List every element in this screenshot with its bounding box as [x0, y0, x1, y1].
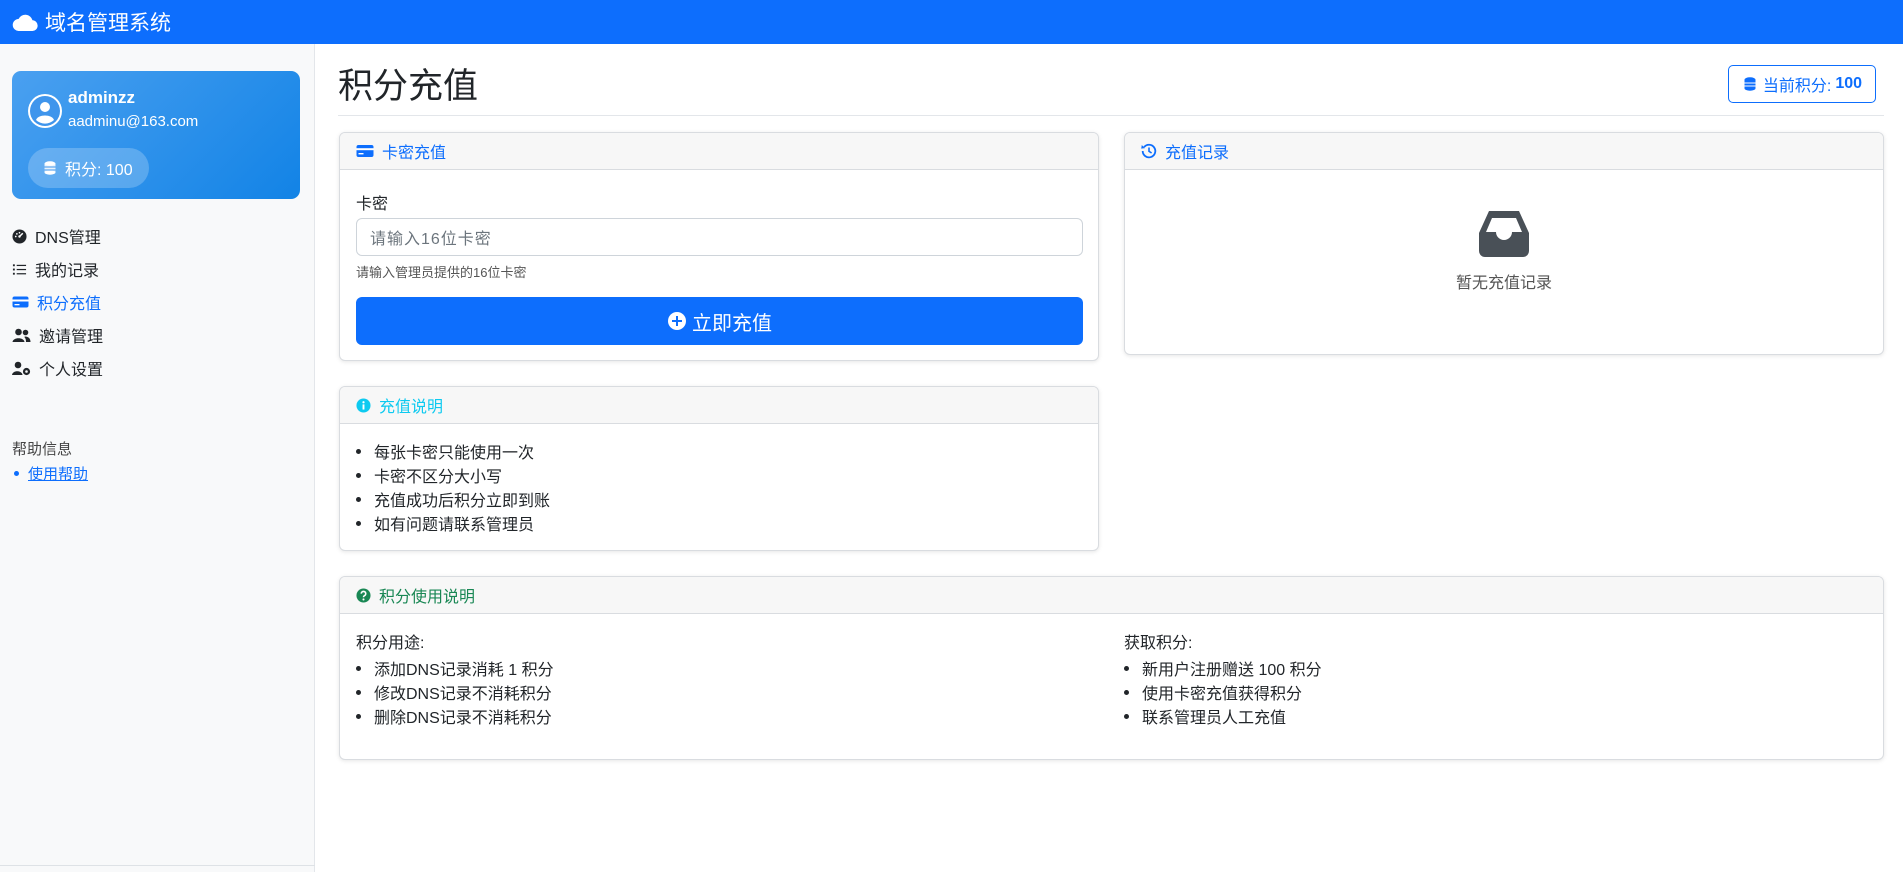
card-code-input[interactable]: 请输入16位卡密	[356, 218, 1083, 256]
list-item: 新用户注册赠送 100 积分	[1108, 656, 1322, 680]
records-empty-state: 暂无充值记录	[1125, 211, 1883, 293]
usage-right-title: 获取积分:	[1124, 635, 1193, 652]
coins-icon	[44, 161, 56, 175]
list-item: 修改DNS记录不消耗积分	[340, 680, 554, 704]
instructions-card-header: 充值说明	[340, 387, 1098, 424]
list-item: 删除DNS记录不消耗积分	[340, 704, 554, 728]
sidebar: adminzz aadminu@163.com 积分: 100 DNS管理 我的…	[0, 44, 315, 872]
cloud-icon	[12, 14, 38, 31]
instructions-card: 充值说明 每张卡密只能使用一次 卡密不区分大小写 充值成功后积分立即到账 如有问…	[339, 386, 1099, 551]
list-item: 如有问题请联系管理员	[340, 511, 550, 535]
list-item: 添加DNS记录消耗 1 积分	[340, 656, 554, 680]
recharge-submit-label: 立即充值	[692, 312, 772, 335]
title-divider	[338, 115, 1884, 116]
help-title: 帮助信息	[12, 441, 73, 458]
recharge-card-header: 卡密充值	[340, 133, 1098, 170]
list-icon	[12, 263, 27, 275]
current-points-label: 当前积分:	[1762, 78, 1832, 95]
current-points-button[interactable]: 当前积分: 100	[1728, 65, 1876, 103]
records-empty-text: 暂无充值记录	[1455, 275, 1552, 292]
person-circle-icon	[30, 96, 60, 126]
list-item: 卡密不区分大小写	[340, 463, 550, 487]
plus-circle-icon	[668, 312, 686, 330]
usage-left-title: 积分用途:	[356, 635, 425, 652]
sidebar-item-recharge[interactable]: 积分充值	[12, 290, 101, 314]
history-icon	[1141, 143, 1157, 159]
people-icon	[12, 328, 31, 342]
records-card-header: 充值记录	[1125, 133, 1883, 170]
recharge-card: 卡密充值 卡密 请输入16位卡密 请输入管理员提供的16位卡密 立即充值	[339, 132, 1099, 361]
sidebar-item-records[interactable]: 我的记录	[12, 257, 99, 281]
sidebar-item-label: 我的记录	[35, 263, 100, 280]
sidebar-item-dns[interactable]: DNS管理	[12, 224, 101, 248]
credit-card-icon	[12, 296, 29, 308]
sidebar-item-invites[interactable]: 邀请管理	[12, 323, 103, 347]
info-circle-icon	[356, 397, 371, 413]
sidebar-item-label: 个人设置	[39, 362, 104, 379]
usage-left-list: 添加DNS记录消耗 1 积分 修改DNS记录不消耗积分 删除DNS记录不消耗积分	[340, 656, 554, 728]
speedometer-icon	[12, 228, 27, 244]
credit-card-icon	[356, 145, 374, 157]
list-item: 每张卡密只能使用一次	[340, 439, 550, 463]
usage-card: 积分使用说明 积分用途: 添加DNS记录消耗 1 积分 修改DNS记录不消耗积分…	[339, 576, 1884, 760]
records-card-title: 充值记录	[1165, 145, 1230, 162]
points-badge: 积分: 100	[28, 148, 149, 188]
user-card: adminzz aadminu@163.com 积分: 100	[12, 71, 300, 199]
page-title: 积分充值	[338, 67, 479, 106]
list-item: 使用卡密充值获得积分	[1108, 680, 1322, 704]
question-circle-icon	[356, 587, 371, 603]
sidebar-item-label: 积分充值	[37, 296, 102, 313]
recharge-submit-button[interactable]: 立即充值	[356, 297, 1083, 345]
card-code-label: 卡密	[356, 196, 389, 213]
sidebar-item-label: 邀请管理	[39, 329, 104, 346]
records-card: 充值记录 暂无充值记录	[1124, 132, 1884, 355]
help-link[interactable]: 使用帮助	[28, 463, 88, 484]
card-code-hint: 请输入管理员提供的16位卡密	[356, 265, 527, 280]
sidebar-item-label: DNS管理	[35, 230, 101, 247]
current-points-value: 100	[1835, 75, 1863, 92]
person-gear-icon	[12, 361, 31, 375]
sidebar-item-settings[interactable]: 个人设置	[12, 356, 103, 380]
help-list: 使用帮助	[12, 463, 88, 484]
top-navbar: 域名管理系统	[0, 0, 1903, 44]
recharge-card-title: 卡密充值	[382, 145, 447, 162]
usage-card-title: 积分使用说明	[379, 589, 476, 606]
inbox-icon	[1479, 211, 1529, 257]
brand-link[interactable]: 域名管理系统	[12, 7, 171, 37]
bullet-dot	[14, 471, 19, 476]
sidebar-divider	[0, 865, 315, 866]
usage-card-header: 积分使用说明	[340, 577, 1883, 614]
coins-icon	[1744, 77, 1756, 91]
list-item: 充值成功后积分立即到账	[340, 487, 550, 511]
usage-right-list: 新用户注册赠送 100 积分 使用卡密充值获得积分 联系管理员人工充值	[1108, 656, 1322, 728]
brand-title: 域名管理系统	[45, 12, 171, 35]
instructions-list: 每张卡密只能使用一次 卡密不区分大小写 充值成功后积分立即到账 如有问题请联系管…	[340, 439, 550, 535]
avatar	[28, 94, 62, 128]
points-badge-label: 积分: 100	[65, 162, 133, 179]
instructions-card-title: 充值说明	[379, 399, 444, 416]
user-email: aadminu@163.com	[68, 113, 199, 130]
list-item: 联系管理员人工充值	[1108, 704, 1322, 728]
user-name: adminzz	[68, 88, 136, 107]
